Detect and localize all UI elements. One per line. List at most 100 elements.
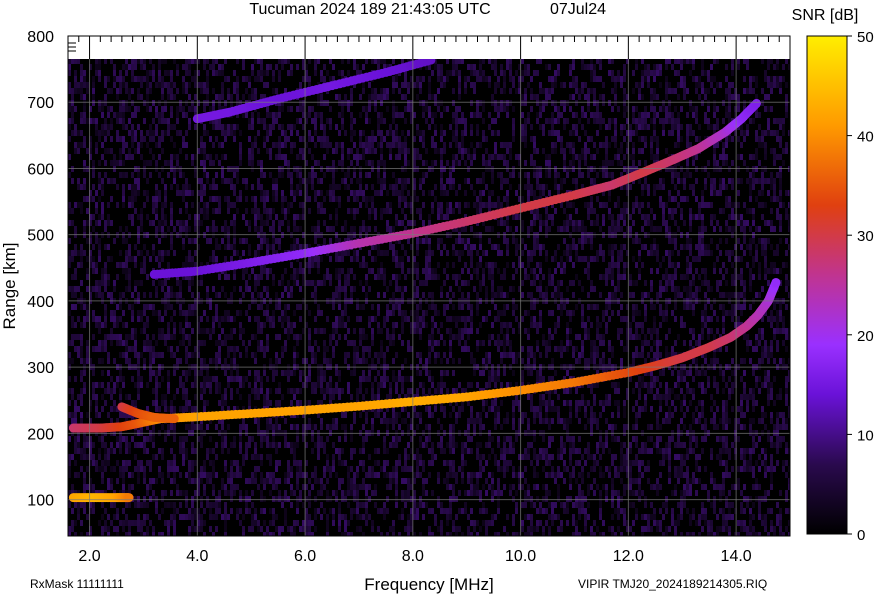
noise-cell xyxy=(128,184,131,190)
noise-cell xyxy=(242,424,245,430)
noise-cell xyxy=(347,106,350,112)
noise-cell xyxy=(416,370,419,376)
noise-cell xyxy=(248,394,251,400)
noise-cell xyxy=(332,394,335,400)
noise-cell xyxy=(110,406,113,412)
noise-cell xyxy=(353,256,356,262)
noise-cell xyxy=(239,472,242,478)
noise-cell xyxy=(467,316,470,322)
noise-cell xyxy=(185,64,188,70)
noise-cell xyxy=(404,466,407,472)
noise-cell xyxy=(167,130,170,136)
noise-cell xyxy=(362,460,365,466)
noise-cell xyxy=(239,310,242,316)
noise-cell xyxy=(419,352,422,358)
noise-cell xyxy=(479,142,482,148)
noise-cell xyxy=(95,280,98,286)
noise-cell xyxy=(365,490,368,496)
noise-cell xyxy=(221,124,224,130)
noise-cell xyxy=(251,472,254,478)
noise-cell xyxy=(188,310,191,316)
noise-cell xyxy=(476,208,479,214)
noise-cell xyxy=(134,130,137,136)
noise-cell xyxy=(341,124,344,130)
noise-cell xyxy=(392,370,395,376)
noise-cell xyxy=(284,490,287,496)
noise-cell xyxy=(266,136,269,142)
noise-cell xyxy=(269,214,272,220)
noise-cell xyxy=(77,82,80,88)
noise-cell xyxy=(392,142,395,148)
noise-cell xyxy=(332,388,335,394)
noise-cell xyxy=(83,76,86,82)
noise-cell xyxy=(173,436,176,442)
noise-cell xyxy=(212,70,215,76)
noise-cell xyxy=(479,496,482,502)
noise-cell xyxy=(221,400,224,406)
noise-cell xyxy=(293,526,296,532)
noise-cell xyxy=(275,388,278,394)
noise-cell xyxy=(101,190,104,196)
noise-cell xyxy=(443,106,446,112)
noise-cell xyxy=(230,466,233,472)
noise-cell xyxy=(86,118,89,124)
noise-cell xyxy=(449,334,452,340)
noise-cell xyxy=(116,112,119,118)
noise-cell xyxy=(422,112,425,118)
noise-cell xyxy=(335,322,338,328)
noise-cell xyxy=(146,160,149,166)
noise-cell xyxy=(110,448,113,454)
noise-cell xyxy=(233,166,236,172)
noise-cell xyxy=(260,388,263,394)
noise-cell xyxy=(329,340,332,346)
noise-cell xyxy=(437,274,440,280)
noise-cell xyxy=(389,124,392,130)
noise-cell xyxy=(98,358,101,364)
noise-cell xyxy=(143,304,146,310)
noise-cell xyxy=(353,190,356,196)
noise-cell xyxy=(143,514,146,520)
noise-cell xyxy=(329,76,332,82)
noise-cell xyxy=(290,442,293,448)
noise-cell xyxy=(263,508,266,514)
noise-cell xyxy=(119,160,122,166)
noise-cell xyxy=(368,250,371,256)
noise-cell xyxy=(290,490,293,496)
noise-cell xyxy=(146,76,149,82)
noise-cell xyxy=(140,532,143,536)
noise-cell xyxy=(128,484,131,490)
noise-cell xyxy=(281,394,284,400)
noise-cell xyxy=(449,448,452,454)
noise-cell xyxy=(371,142,374,148)
noise-cell xyxy=(206,424,209,430)
noise-cell xyxy=(188,106,191,112)
noise-cell xyxy=(455,388,458,394)
noise-cell xyxy=(173,406,176,412)
noise-cell xyxy=(278,76,281,82)
noise-cell xyxy=(140,310,143,316)
noise-cell xyxy=(182,442,185,448)
noise-cell xyxy=(350,226,353,232)
noise-cell xyxy=(227,166,230,172)
noise-cell xyxy=(236,124,239,130)
noise-cell xyxy=(107,280,110,286)
noise-cell xyxy=(143,532,146,536)
noise-cell xyxy=(224,466,227,472)
noise-cell xyxy=(200,178,203,184)
noise-cell xyxy=(353,118,356,124)
noise-cell xyxy=(353,472,356,478)
noise-cell xyxy=(239,148,242,154)
noise-cell xyxy=(428,340,431,346)
noise-cell xyxy=(326,460,329,466)
noise-cell xyxy=(215,256,218,262)
noise-cell xyxy=(383,274,386,280)
noise-cell xyxy=(380,214,383,220)
noise-cell xyxy=(452,496,455,502)
noise-cell xyxy=(260,220,263,226)
noise-cell xyxy=(272,370,275,376)
noise-cell xyxy=(272,76,275,82)
noise-cell xyxy=(332,490,335,496)
noise-cell xyxy=(257,388,260,394)
noise-cell xyxy=(413,148,416,154)
noise-cell xyxy=(371,88,374,94)
